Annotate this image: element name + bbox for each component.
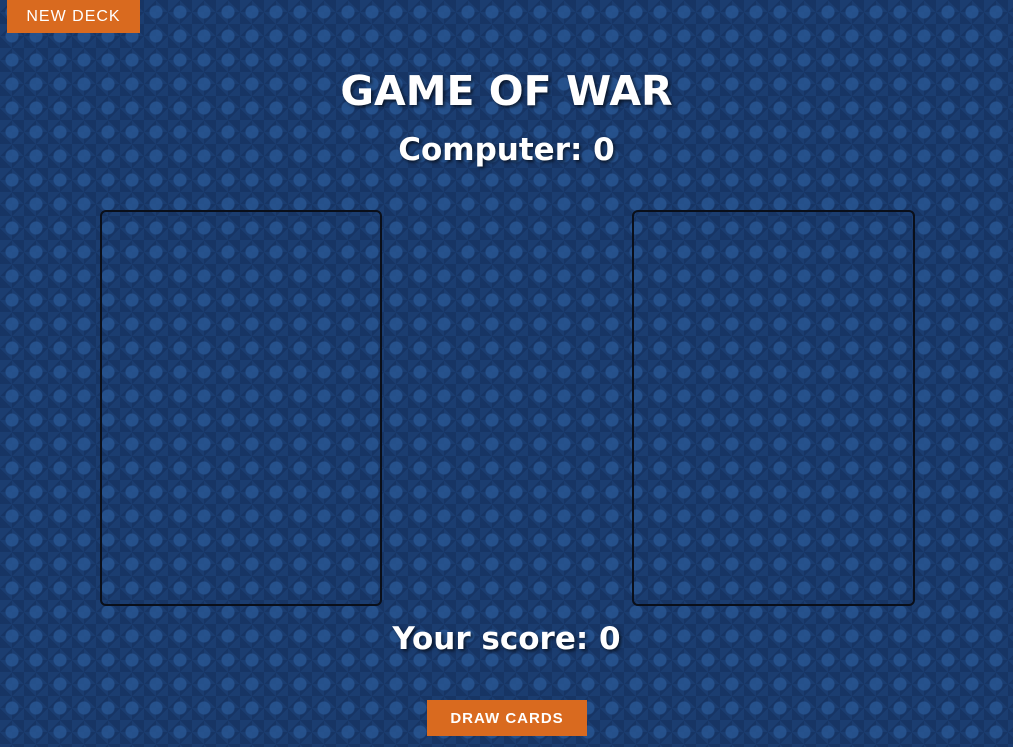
player-score: Your score: 0	[392, 621, 621, 657]
draw-cards-button[interactable]: DRAW CARDS	[427, 700, 587, 736]
computer-card-slot	[100, 210, 382, 606]
page-title: GAME OF WAR	[340, 67, 673, 115]
computer-score: Computer: 0	[398, 132, 615, 168]
player-card-slot	[632, 210, 915, 606]
new-deck-button[interactable]: NEW DECK	[7, 0, 140, 33]
